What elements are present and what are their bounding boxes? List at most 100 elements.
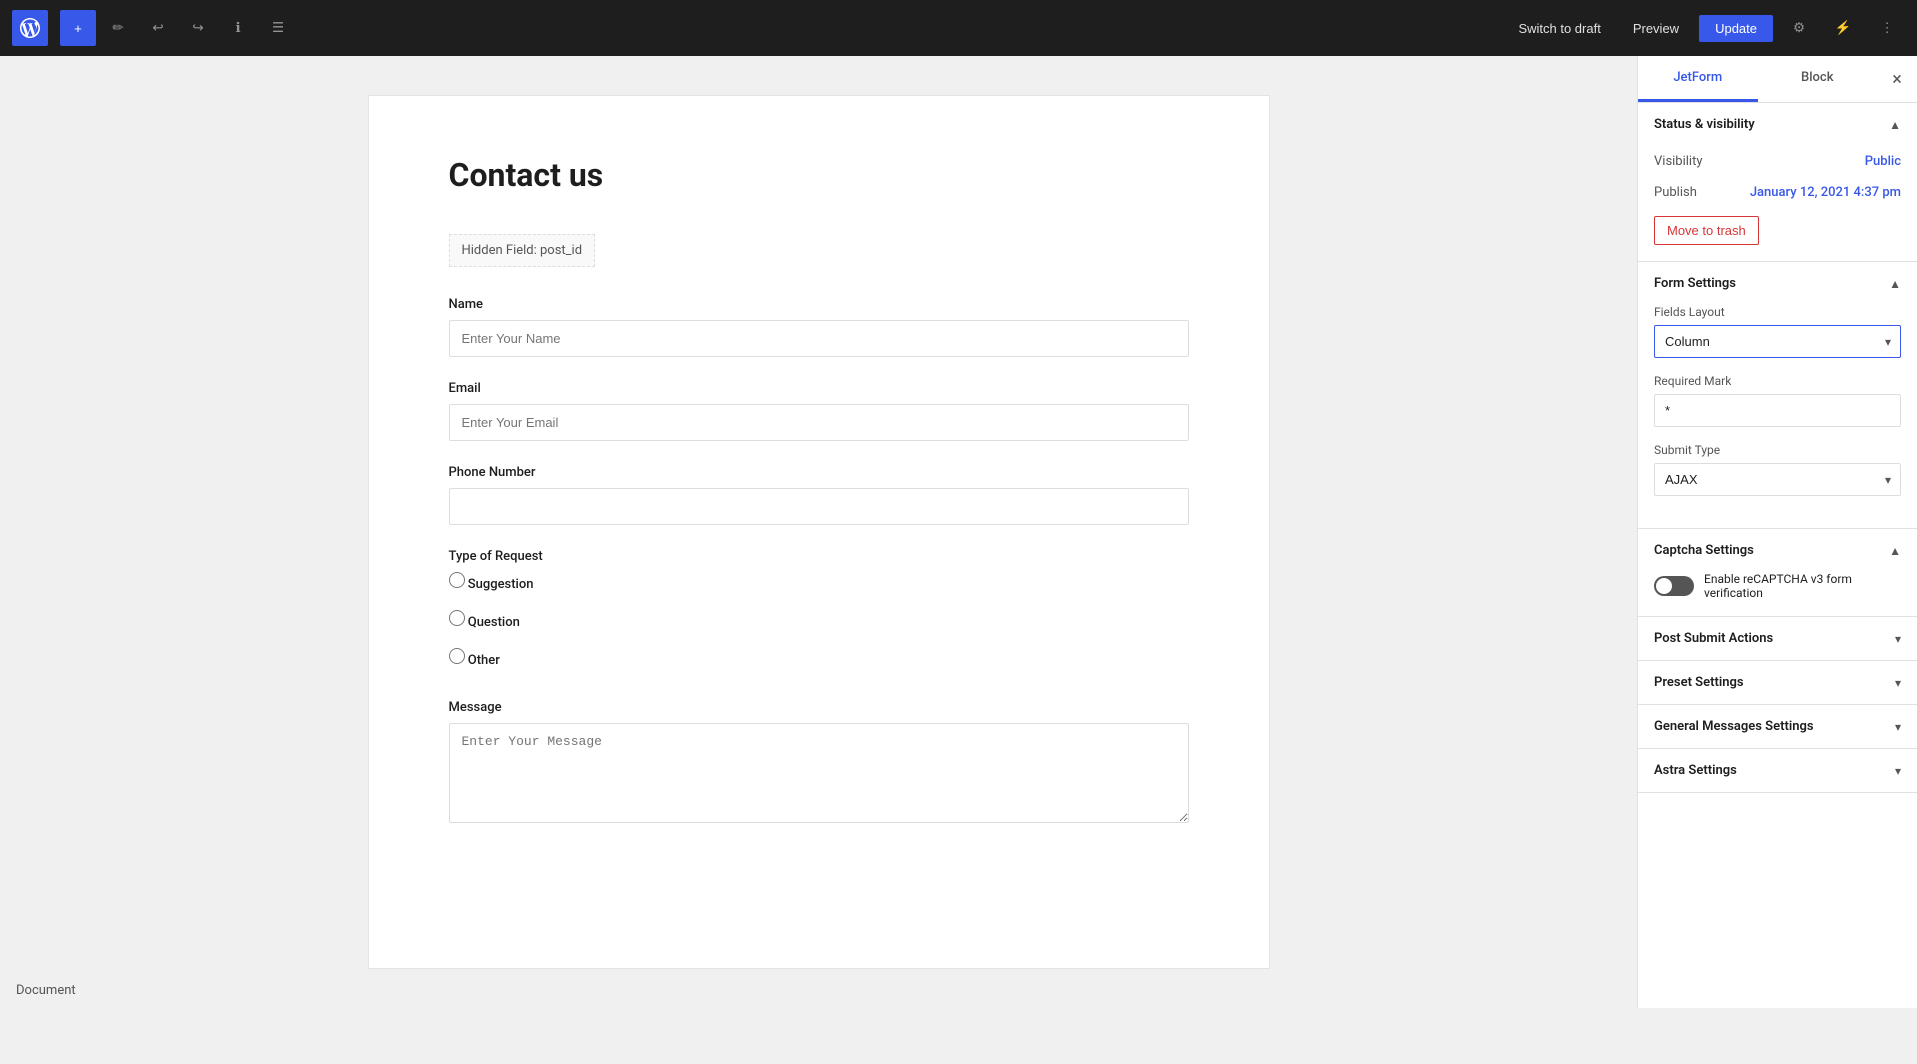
status-visibility-section: Status & visibility ▲ Visibility Public … [1638, 103, 1917, 262]
redo-icon: ↪ [192, 20, 203, 36]
publish-row: Publish January 12, 2021 4:37 pm [1654, 177, 1901, 208]
captcha-settings-title: Captcha Settings [1654, 543, 1754, 558]
undo-icon: ↩ [152, 20, 163, 36]
toolbar-right: Switch to draft Preview Update ⚙ ⚡ ⋮ [1506, 10, 1905, 46]
ellipsis-icon: ⋮ [1880, 20, 1893, 36]
list-icon: ☰ [272, 20, 284, 36]
radio-suggestion[interactable]: Suggestion [449, 572, 1189, 592]
fields-layout-select[interactable]: Column Row Inline [1654, 325, 1901, 358]
move-to-trash-button[interactable]: Move to trash [1654, 216, 1759, 245]
form-settings-section: Form Settings ▲ Fields Layout Column Row… [1638, 262, 1917, 529]
message-label: Message [449, 700, 1189, 715]
general-messages-settings-chevron: ▾ [1895, 720, 1901, 734]
phone-field: Phone Number [449, 465, 1189, 525]
main-layout: Contact us Hidden Field: post_id Name Em… [0, 56, 1917, 1008]
general-messages-settings-title: General Messages Settings [1654, 719, 1814, 734]
recaptcha-toggle-row: Enable reCAPTCHA v3 form verification [1654, 572, 1901, 600]
post-submit-actions-section: Post Submit Actions ▾ [1638, 617, 1917, 661]
astra-settings-header[interactable]: Astra Settings ▾ [1638, 749, 1917, 792]
radio-other[interactable]: Other [449, 648, 1189, 668]
undo-button[interactable]: ↩ [140, 10, 176, 46]
more-options-button[interactable]: ⋮ [1869, 10, 1905, 46]
status-visibility-title: Status & visibility [1654, 117, 1755, 132]
submit-type-select[interactable]: AJAX Page Reload [1654, 463, 1901, 496]
recaptcha-toggle[interactable] [1654, 576, 1694, 596]
redo-button[interactable]: ↪ [180, 10, 216, 46]
astra-settings-section: Astra Settings ▾ [1638, 749, 1917, 793]
update-button[interactable]: Update [1699, 15, 1773, 42]
wordpress-logo[interactable] [12, 10, 48, 46]
preset-settings-chevron: ▾ [1895, 676, 1901, 690]
toolbar: + ✏ ↩ ↪ ℹ ☰ Switch to draft Preview Upda… [0, 0, 1917, 56]
submit-type-label: Submit Type [1654, 443, 1901, 457]
message-textarea[interactable] [449, 723, 1189, 823]
captcha-settings-chevron: ▲ [1889, 544, 1901, 558]
message-field: Message [449, 700, 1189, 827]
name-field: Name [449, 297, 1189, 357]
toolbar-left: + ✏ ↩ ↪ ℹ ☰ [12, 10, 296, 46]
preset-settings-section: Preset Settings ▾ [1638, 661, 1917, 705]
tab-jetform[interactable]: JetForm [1638, 56, 1758, 102]
captcha-settings-section: Captcha Settings ▲ Enable reCAPTCHA v3 f… [1638, 529, 1917, 617]
lightning-icon: ⚡ [1835, 20, 1852, 36]
status-visibility-header[interactable]: Status & visibility ▲ [1638, 103, 1917, 146]
name-input[interactable] [449, 320, 1189, 357]
visibility-value[interactable]: Public [1865, 154, 1901, 169]
post-submit-actions-title: Post Submit Actions [1654, 631, 1773, 646]
form-settings-header[interactable]: Form Settings ▲ [1638, 262, 1917, 305]
info-button[interactable]: ℹ [220, 10, 256, 46]
fields-layout-label: Fields Layout [1654, 305, 1901, 319]
preset-settings-header[interactable]: Preset Settings ▾ [1638, 661, 1917, 704]
gear-icon: ⚙ [1793, 20, 1805, 36]
plus-icon: + [74, 21, 82, 36]
type-of-request-field: Type of Request Suggestion Question Othe… [449, 549, 1189, 676]
post-submit-actions-header[interactable]: Post Submit Actions ▾ [1638, 617, 1917, 660]
type-of-request-label: Type of Request [449, 549, 1189, 564]
phone-input[interactable] [449, 488, 1189, 525]
hidden-field: Hidden Field: post_id [449, 234, 596, 267]
required-mark-label: Required Mark [1654, 374, 1901, 388]
submit-type-group: Submit Type AJAX Page Reload [1654, 443, 1901, 496]
document-label: Document [16, 983, 76, 998]
page-title: Contact us [449, 156, 1189, 194]
radio-other-input[interactable] [449, 648, 465, 664]
captcha-settings-header[interactable]: Captcha Settings ▲ [1638, 529, 1917, 572]
email-label: Email [449, 381, 1189, 396]
email-input[interactable] [449, 404, 1189, 441]
radio-suggestion-label: Suggestion [468, 577, 534, 592]
radio-question-label: Question [468, 615, 520, 630]
captcha-settings-content: Enable reCAPTCHA v3 form verification [1638, 572, 1917, 616]
form-settings-content: Fields Layout Column Row Inline Required… [1638, 305, 1917, 528]
email-field: Email [449, 381, 1189, 441]
settings-button[interactable]: ⚙ [1781, 10, 1817, 46]
required-mark-group: Required Mark [1654, 374, 1901, 427]
radio-question-input[interactable] [449, 610, 465, 626]
form-settings-chevron: ▲ [1889, 277, 1901, 291]
radio-other-label: Other [468, 653, 500, 668]
tab-block[interactable]: Block [1758, 56, 1878, 102]
editor-area: Contact us Hidden Field: post_id Name Em… [0, 56, 1637, 1008]
general-messages-settings-section: General Messages Settings ▾ [1638, 705, 1917, 749]
radio-suggestion-input[interactable] [449, 572, 465, 588]
publish-label: Publish [1654, 185, 1697, 200]
fields-layout-select-wrapper: Column Row Inline [1654, 325, 1901, 358]
pencil-icon: ✏ [112, 20, 123, 36]
radio-question[interactable]: Question [449, 610, 1189, 630]
name-label: Name [449, 297, 1189, 312]
list-view-button[interactable]: ☰ [260, 10, 296, 46]
publish-value[interactable]: January 12, 2021 4:37 pm [1750, 185, 1901, 200]
astra-settings-title: Astra Settings [1654, 763, 1737, 778]
general-messages-settings-header[interactable]: General Messages Settings ▾ [1638, 705, 1917, 748]
form-settings-title: Form Settings [1654, 276, 1736, 291]
required-mark-input[interactable] [1654, 394, 1901, 427]
edit-button[interactable]: ✏ [100, 10, 136, 46]
visibility-label: Visibility [1654, 154, 1703, 169]
preview-button[interactable]: Preview [1621, 15, 1691, 42]
insert-button[interactable]: + [60, 10, 96, 46]
recaptcha-toggle-label: Enable reCAPTCHA v3 form verification [1704, 572, 1901, 600]
editor-content: Contact us Hidden Field: post_id Name Em… [369, 96, 1269, 968]
fields-layout-group: Fields Layout Column Row Inline [1654, 305, 1901, 358]
panel-close-button[interactable]: × [1877, 56, 1917, 102]
switch-to-draft-button[interactable]: Switch to draft [1506, 15, 1612, 42]
lightning-button[interactable]: ⚡ [1825, 10, 1861, 46]
